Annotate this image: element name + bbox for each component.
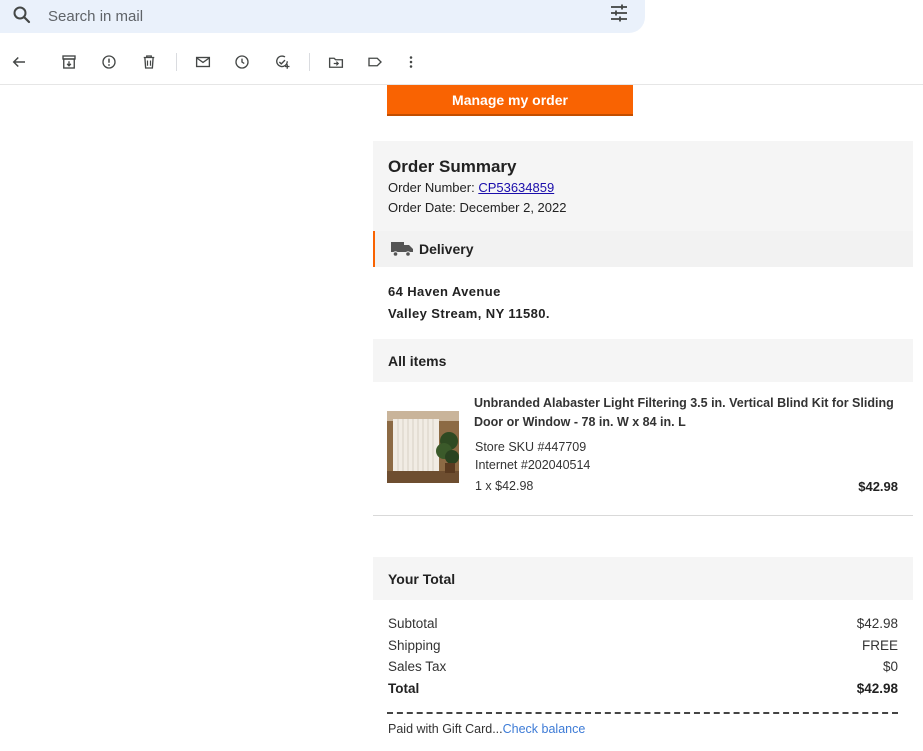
search-bar [0, 0, 645, 33]
order-summary-title: Order Summary [388, 157, 517, 176]
search-input[interactable] [46, 5, 580, 27]
move-to-button[interactable] [324, 50, 348, 74]
subtotal-value: $42.98 [856, 616, 898, 631]
address-line-1: 64 Haven Avenue [388, 284, 501, 299]
delivery-label: Delivery [419, 241, 474, 257]
email-body: Manage my order Order Summary Order Numb… [373, 85, 913, 751]
product-image[interactable] [387, 411, 459, 483]
all-items-label: All items [388, 353, 447, 369]
add-task-icon [276, 55, 290, 69]
order-number-line: Order Number: CP53634859 [388, 180, 554, 195]
mail-icon [195, 56, 211, 68]
internet-number: Internet #202040514 [475, 458, 591, 472]
clock-icon [235, 55, 249, 69]
message-toolbar [0, 41, 923, 85]
label-icon [368, 57, 382, 67]
item-divider [373, 515, 913, 516]
trash-icon [143, 55, 155, 69]
delivery-header: Delivery [373, 231, 913, 267]
address-line-2: Valley Stream, NY 11580. [388, 306, 550, 321]
item-quantity: 1 x $42.98 [475, 479, 534, 493]
product-name[interactable]: Unbranded Alabaster Light Filtering 3.5 … [474, 394, 904, 432]
folder-move-icon [328, 57, 344, 68]
arrow-left-icon [12, 56, 25, 68]
snooze-button[interactable] [230, 50, 254, 74]
toolbar-divider [309, 53, 310, 71]
report-icon [102, 55, 116, 69]
store-sku: Store SKU #447709 [475, 440, 587, 454]
your-total-header: Your Total [373, 557, 913, 600]
mark-unread-button[interactable] [191, 50, 215, 74]
truck-icon [391, 241, 413, 257]
total-label: Total [388, 681, 420, 696]
total-value: $42.98 [856, 681, 898, 696]
sales-tax-value: $0 [882, 659, 898, 674]
search-icon[interactable] [10, 3, 34, 27]
search-options-icon[interactable] [607, 1, 631, 25]
check-balance-link[interactable]: Check balance [503, 722, 586, 736]
delete-button[interactable] [137, 50, 161, 74]
archive-icon [62, 55, 76, 69]
add-task-button[interactable] [270, 50, 294, 74]
manage-order-button[interactable]: Manage my order [387, 85, 633, 116]
sales-tax-label: Sales Tax [388, 659, 447, 674]
payment-divider [387, 712, 898, 714]
labels-button[interactable] [363, 50, 387, 74]
subtotal-label: Subtotal [388, 616, 438, 631]
order-number-link[interactable]: CP53634859 [478, 180, 554, 195]
paid-with-text: Paid with Gift Card... [388, 722, 503, 736]
report-spam-button[interactable] [97, 50, 121, 74]
shipping-value: FREE [861, 638, 898, 653]
more-button[interactable] [399, 50, 423, 74]
payment-line: Paid with Gift Card...Check balance [388, 722, 585, 736]
more-vertical-icon [409, 56, 413, 68]
archive-button[interactable] [57, 50, 81, 74]
your-total-label: Your Total [388, 571, 456, 587]
order-date: Order Date: December 2, 2022 [388, 200, 567, 215]
item-price: $42.98 [858, 479, 898, 494]
order-summary: Order Summary Order Number: CP53634859 O… [373, 141, 913, 231]
shipping-label: Shipping [388, 638, 441, 653]
all-items-header: All items [373, 339, 913, 382]
back-button[interactable] [7, 50, 31, 74]
toolbar-divider [176, 53, 177, 71]
order-number-label: Order Number: [388, 180, 479, 195]
